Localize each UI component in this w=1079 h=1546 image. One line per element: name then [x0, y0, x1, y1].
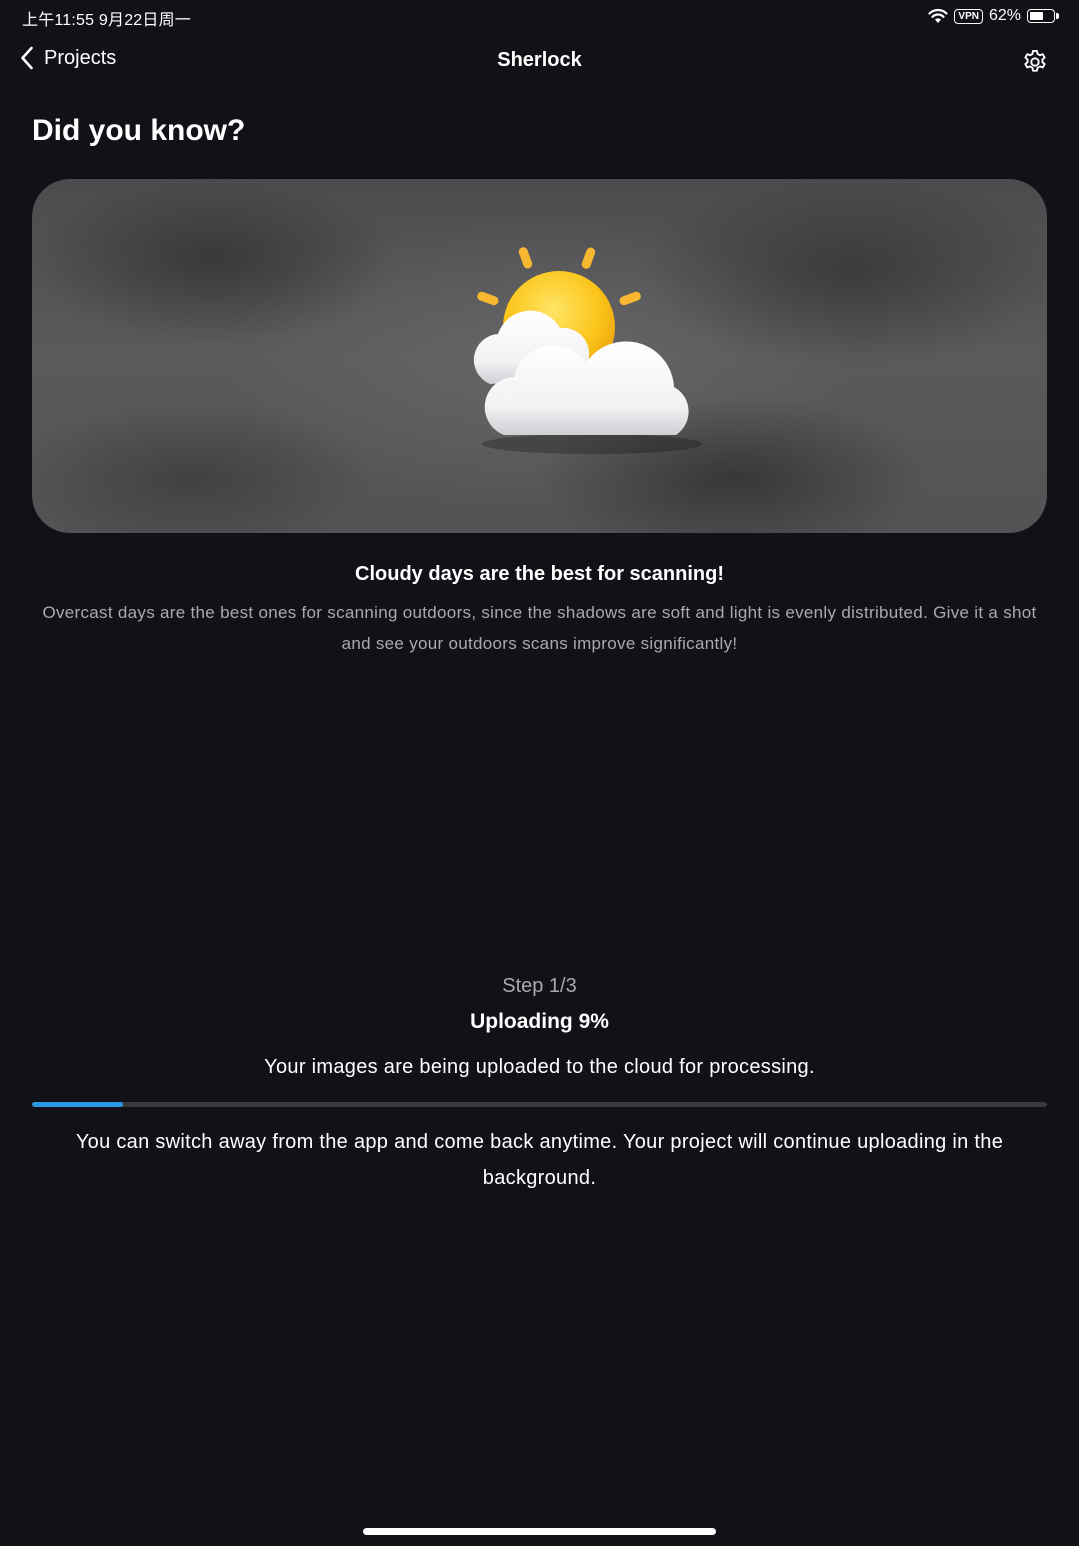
tip-illustration-card: [32, 179, 1047, 533]
wifi-icon: [928, 8, 949, 23]
status-bar: 上午11:55 9月22日周一 VPN 62%: [0, 0, 1079, 32]
section-heading: Did you know?: [32, 114, 246, 147]
tip-body: Overcast days are the best ones for scan…: [42, 603, 1037, 653]
background-upload-note: You can switch away from the app and com…: [75, 1131, 1004, 1189]
upload-description: Your images are being uploaded to the cl…: [264, 1056, 815, 1078]
home-indicator[interactable]: [363, 1528, 716, 1535]
gear-icon[interactable]: [1021, 48, 1049, 76]
status-indicators: VPN 62%: [928, 5, 1059, 27]
upload-progress-fill: [32, 1102, 124, 1107]
upload-progress-bar: [32, 1102, 1047, 1107]
page-title: Sherlock: [497, 49, 582, 71]
battery-percent: 62%: [988, 7, 1021, 24]
step-indicator: Step 1/3: [502, 975, 577, 997]
sun-behind-cloud-icon: [473, 247, 702, 454]
navigation-bar: Projects Sherlock: [0, 38, 1079, 84]
battery-icon: [1027, 9, 1055, 23]
status-time-date: 上午11:55 9月22日周一: [22, 12, 191, 29]
battery-level: [1030, 12, 1043, 20]
tip-title: Cloudy days are the best for scanning!: [355, 563, 724, 585]
vpn-badge: VPN: [954, 8, 983, 24]
upload-status: Uploading 9%: [470, 1010, 609, 1033]
battery-cap: [1056, 13, 1059, 19]
